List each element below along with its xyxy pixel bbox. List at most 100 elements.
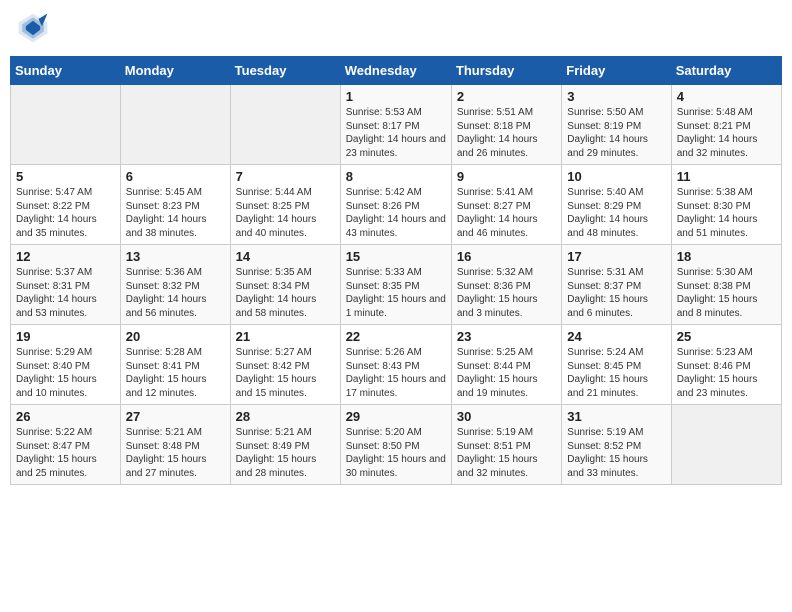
day-info: Sunrise: 5:20 AM Sunset: 8:50 PM Dayligh… [346,426,446,480]
calendar-cell [671,405,781,485]
calendar-body: 1 Sunrise: 5:53 AM Sunset: 8:17 PM Daylig… [11,85,782,485]
day-number: 23 [457,329,556,344]
calendar-header: SundayMondayTuesdayWednesdayThursdayFrid… [11,57,782,85]
day-info: Sunrise: 5:25 AM Sunset: 8:44 PM Dayligh… [457,346,556,400]
day-number: 5 [16,169,115,184]
calendar-cell: 21Sunrise: 5:27 AM Sunset: 8:42 PM Dayli… [230,325,340,405]
calendar-cell: 10 Sunrise: 5:40 AM Sunset: 8:29 PM Dayli… [562,165,671,245]
calendar-cell: 19Sunrise: 5:29 AM Sunset: 8:40 PM Dayli… [11,325,121,405]
weekday-header-thursday: Thursday [451,57,561,85]
calendar-cell: 4 Sunrise: 5:48 AM Sunset: 8:21 PM Daylig… [671,85,781,165]
day-number: 15 [346,249,446,264]
day-info: Sunrise: 5:21 AM Sunset: 8:48 PM Dayligh… [126,426,225,480]
calendar-cell [120,85,230,165]
day-number: 20 [126,329,225,344]
day-info: Sunrise: 5:24 AM Sunset: 8:45 PM Dayligh… [567,346,665,400]
day-info: Sunrise: 5:48 AM Sunset: 8:21 PM Dayligh… [677,106,776,160]
calendar-cell: 12 Sunrise: 5:37 AM Sunset: 8:31 PM Dayli… [11,245,121,325]
day-number: 6 [126,169,225,184]
calendar-cell [230,85,340,165]
day-info: Sunrise: 5:22 AM Sunset: 8:47 PM Dayligh… [16,426,115,480]
day-number: 1 [346,89,446,104]
calendar-cell: 28Sunrise: 5:21 AM Sunset: 8:49 PM Dayli… [230,405,340,485]
calendar-cell: 14 Sunrise: 5:35 AM Sunset: 8:34 PM Dayli… [230,245,340,325]
day-info: Sunrise: 5:19 AM Sunset: 8:51 PM Dayligh… [457,426,556,480]
day-info: Sunrise: 5:42 AM Sunset: 8:26 PM Dayligh… [346,186,446,240]
day-number: 29 [346,409,446,424]
calendar-cell: 22 Sunrise: 5:26 AM Sunset: 8:43 PM Dayli… [340,325,451,405]
calendar-week-row: 1 Sunrise: 5:53 AM Sunset: 8:17 PM Daylig… [11,85,782,165]
day-number: 4 [677,89,776,104]
day-number: 19 [16,329,115,344]
day-info: Sunrise: 5:35 AM Sunset: 8:34 PM Dayligh… [236,266,335,320]
day-number: 13 [126,249,225,264]
day-number: 16 [457,249,556,264]
day-number: 3 [567,89,665,104]
day-info: Sunrise: 5:28 AM Sunset: 8:41 PM Dayligh… [126,346,225,400]
calendar-cell: 8 Sunrise: 5:42 AM Sunset: 8:26 PM Daylig… [340,165,451,245]
calendar-cell: 25 Sunrise: 5:23 AM Sunset: 8:46 PM Dayli… [671,325,781,405]
calendar-week-row: 26 Sunrise: 5:22 AM Sunset: 8:47 PM Dayli… [11,405,782,485]
day-number: 25 [677,329,776,344]
day-number: 8 [346,169,446,184]
calendar-cell: 30 Sunrise: 5:19 AM Sunset: 8:51 PM Dayli… [451,405,561,485]
calendar-cell: 7 Sunrise: 5:44 AM Sunset: 8:25 PM Daylig… [230,165,340,245]
day-number: 27 [126,409,225,424]
calendar-cell [11,85,121,165]
calendar-cell: 17 Sunrise: 5:31 AM Sunset: 8:37 PM Dayli… [562,245,671,325]
day-info: Sunrise: 5:27 AM Sunset: 8:42 PM Dayligh… [236,346,335,400]
weekday-header-saturday: Saturday [671,57,781,85]
calendar-cell: 2Sunrise: 5:51 AM Sunset: 8:18 PM Daylig… [451,85,561,165]
day-info: Sunrise: 5:31 AM Sunset: 8:37 PM Dayligh… [567,266,665,320]
weekday-header-monday: Monday [120,57,230,85]
day-number: 9 [457,169,556,184]
calendar-cell: 16 Sunrise: 5:32 AM Sunset: 8:36 PM Dayli… [451,245,561,325]
day-info: Sunrise: 5:36 AM Sunset: 8:32 PM Dayligh… [126,266,225,320]
calendar-cell: 29 Sunrise: 5:20 AM Sunset: 8:50 PM Dayli… [340,405,451,485]
day-info: Sunrise: 5:23 AM Sunset: 8:46 PM Dayligh… [677,346,776,400]
calendar-cell: 31Sunrise: 5:19 AM Sunset: 8:52 PM Dayli… [562,405,671,485]
day-info: Sunrise: 5:53 AM Sunset: 8:17 PM Dayligh… [346,106,446,160]
day-info: Sunrise: 5:33 AM Sunset: 8:35 PM Dayligh… [346,266,446,320]
day-info: Sunrise: 5:40 AM Sunset: 8:29 PM Dayligh… [567,186,665,240]
logo-icon [15,10,51,46]
weekday-header-sunday: Sunday [11,57,121,85]
weekday-header-friday: Friday [562,57,671,85]
calendar-cell: 9 Sunrise: 5:41 AM Sunset: 8:27 PM Daylig… [451,165,561,245]
day-number: 22 [346,329,446,344]
day-info: Sunrise: 5:32 AM Sunset: 8:36 PM Dayligh… [457,266,556,320]
day-info: Sunrise: 5:50 AM Sunset: 8:19 PM Dayligh… [567,106,665,160]
calendar-cell: 3 Sunrise: 5:50 AM Sunset: 8:19 PM Daylig… [562,85,671,165]
day-info: Sunrise: 5:37 AM Sunset: 8:31 PM Dayligh… [16,266,115,320]
day-info: Sunrise: 5:44 AM Sunset: 8:25 PM Dayligh… [236,186,335,240]
day-info: Sunrise: 5:38 AM Sunset: 8:30 PM Dayligh… [677,186,776,240]
day-number: 11 [677,169,776,184]
day-number: 18 [677,249,776,264]
calendar-cell: 24Sunrise: 5:24 AM Sunset: 8:45 PM Dayli… [562,325,671,405]
calendar-cell: 23 Sunrise: 5:25 AM Sunset: 8:44 PM Dayli… [451,325,561,405]
calendar-cell: 26 Sunrise: 5:22 AM Sunset: 8:47 PM Dayli… [11,405,121,485]
day-info: Sunrise: 5:45 AM Sunset: 8:23 PM Dayligh… [126,186,225,240]
calendar-week-row: 12 Sunrise: 5:37 AM Sunset: 8:31 PM Dayli… [11,245,782,325]
calendar-table: SundayMondayTuesdayWednesdayThursdayFrid… [10,56,782,485]
day-number: 17 [567,249,665,264]
day-info: Sunrise: 5:51 AM Sunset: 8:18 PM Dayligh… [457,106,556,160]
day-number: 7 [236,169,335,184]
calendar-cell: 13 Sunrise: 5:36 AM Sunset: 8:32 PM Dayli… [120,245,230,325]
day-number: 30 [457,409,556,424]
day-number: 31 [567,409,665,424]
day-info: Sunrise: 5:47 AM Sunset: 8:22 PM Dayligh… [16,186,115,240]
logo [15,10,55,46]
day-info: Sunrise: 5:41 AM Sunset: 8:27 PM Dayligh… [457,186,556,240]
day-number: 28 [236,409,335,424]
weekday-header-row: SundayMondayTuesdayWednesdayThursdayFrid… [11,57,782,85]
day-info: Sunrise: 5:26 AM Sunset: 8:43 PM Dayligh… [346,346,446,400]
day-number: 26 [16,409,115,424]
calendar-cell: 15 Sunrise: 5:33 AM Sunset: 8:35 PM Dayli… [340,245,451,325]
calendar-cell: 5 Sunrise: 5:47 AM Sunset: 8:22 PM Daylig… [11,165,121,245]
day-number: 10 [567,169,665,184]
day-number: 12 [16,249,115,264]
calendar-cell: 6 Sunrise: 5:45 AM Sunset: 8:23 PM Daylig… [120,165,230,245]
day-info: Sunrise: 5:30 AM Sunset: 8:38 PM Dayligh… [677,266,776,320]
day-number: 14 [236,249,335,264]
